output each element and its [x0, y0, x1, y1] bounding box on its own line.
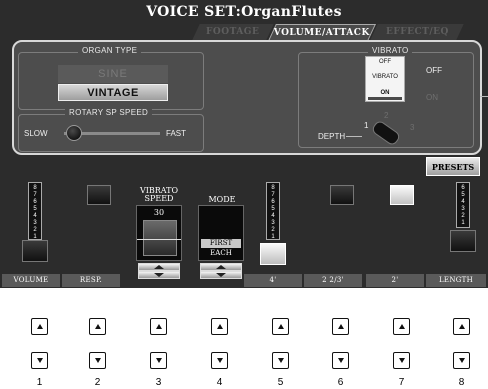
presets-button[interactable]: PRESETS	[426, 157, 480, 176]
button-4-down[interactable]	[211, 352, 228, 369]
depth-label: DEPTH	[318, 132, 346, 141]
mode-up-button[interactable]	[200, 263, 242, 271]
down-arrow-icon	[398, 358, 405, 363]
button-1-number: 1	[36, 377, 43, 388]
button-5-up[interactable]	[272, 318, 289, 335]
button-2-down[interactable]	[89, 352, 106, 369]
button-4-number: 4	[216, 377, 223, 388]
depth-mark-2: 2	[384, 111, 389, 120]
four-foot-scale: 8 7 6 5 4 3 2 1	[266, 182, 280, 240]
strip-label-length: LENGTH	[426, 274, 486, 287]
vintage-button[interactable]: VINTAGE	[58, 84, 168, 101]
up-arrow-icon	[277, 323, 284, 329]
strip-label-volume: VOLUME	[2, 274, 60, 287]
vibrato-speed-marker	[137, 239, 181, 240]
tab-volume-attack[interactable]: VOLUME/ATTACK	[268, 24, 376, 41]
vibrato-switch-on: ON	[380, 90, 390, 96]
button-8-down[interactable]	[453, 352, 470, 369]
down-arrow-icon	[216, 358, 223, 363]
vibrato-speed-down-button[interactable]	[138, 271, 180, 279]
down-arrow-icon	[36, 358, 43, 363]
button-7-up[interactable]	[393, 318, 410, 335]
rotary-slider-knob[interactable]	[66, 125, 82, 141]
strip-label-2-2-3ft: 2 2/3'	[304, 274, 362, 287]
up-arrow-icon	[216, 323, 223, 329]
button-6-up[interactable]	[332, 318, 349, 335]
depth-line	[346, 136, 362, 137]
down-arrow-icon	[458, 358, 465, 363]
button-8-number: 8	[458, 377, 465, 388]
vibrato-speed-slider[interactable]	[143, 220, 177, 256]
sine-button[interactable]: SINE	[58, 65, 168, 83]
voice-set-screen: VOICE SET:OrganFlutes FOOTAGE VOLUME/ATT…	[0, 0, 488, 288]
two-two-thirds-knob[interactable]	[330, 185, 354, 205]
button-8-up[interactable]	[453, 318, 470, 335]
mode-each-option[interactable]: EACH	[201, 249, 241, 258]
up-arrow-icon	[36, 323, 43, 329]
tab-effect-eq[interactable]: EFFECT/EQ	[370, 24, 464, 40]
panel-connector	[480, 96, 488, 157]
strip-label-resp: RESP.	[62, 274, 120, 287]
rotary-slow-label: SLOW	[24, 129, 48, 138]
volume-fader-knob[interactable]	[22, 240, 48, 262]
vibrato-speed-box[interactable]: 30	[136, 205, 182, 261]
up-arrow-icon	[458, 323, 465, 329]
up-arrow-icon	[94, 323, 101, 329]
vibrato-speed-label: VIBRATO SPEED	[139, 186, 179, 203]
mode-first-option[interactable]: FIRST	[201, 239, 241, 248]
button-1-up[interactable]	[31, 318, 48, 335]
strip-label-4ft: 4'	[244, 274, 302, 287]
length-scale: 6 5 4 3 2 1	[456, 182, 470, 228]
button-6-number: 6	[337, 377, 344, 388]
down-arrow-icon	[277, 358, 284, 363]
resp-knob[interactable]	[87, 185, 111, 205]
button-3-number: 3	[155, 377, 162, 388]
mode-down-button[interactable]	[200, 271, 242, 279]
button-7-number: 7	[398, 377, 405, 388]
down-arrow-icon	[337, 358, 344, 363]
button-5-down[interactable]	[272, 352, 289, 369]
down-arrow-icon	[94, 358, 101, 363]
up-arrow-icon	[398, 323, 405, 329]
vibrato-label: VIBRATO	[368, 46, 413, 55]
two-foot-knob[interactable]	[390, 185, 414, 205]
four-foot-fader-knob[interactable]	[260, 243, 286, 265]
button-1-down[interactable]	[31, 352, 48, 369]
vibrato-speed-value: 30	[153, 208, 165, 217]
vibrato-off-label: OFF	[426, 66, 442, 75]
length-fader-knob[interactable]	[450, 230, 476, 252]
depth-mark-3: 3	[410, 123, 415, 132]
rotary-fast-label: FAST	[166, 129, 187, 138]
up-arrow-icon	[155, 323, 162, 329]
vibrato-on-label: ON	[426, 93, 438, 102]
vibrato-switch-off: OFF	[379, 59, 391, 65]
rotary-speed-label: ROTARY SP SPEED	[65, 108, 153, 117]
organ-type-label: ORGAN TYPE	[78, 46, 142, 55]
volume-scale: 8 7 6 5 4 3 2 1	[28, 182, 42, 240]
down-arrow-icon	[155, 358, 162, 363]
button-3-down[interactable]	[150, 352, 167, 369]
vibrato-switch-mid: VIBRATO	[372, 74, 398, 80]
vibrato-speed-up-button[interactable]	[138, 263, 180, 271]
depth-mark-1: 1	[364, 121, 369, 130]
button-2-number: 2	[94, 377, 101, 388]
up-arrow-icon	[337, 323, 344, 329]
mode-box[interactable]: FIRST EACH	[198, 205, 244, 261]
button-3-up[interactable]	[150, 318, 167, 335]
button-6-down[interactable]	[332, 352, 349, 369]
strip-label-2ft: 2'	[366, 274, 424, 287]
vibrato-switch[interactable]: OFF VIBRATO ON	[365, 56, 405, 102]
button-5-number: 5	[277, 377, 284, 388]
vibrato-switch-lever	[368, 97, 402, 100]
button-7-down[interactable]	[393, 352, 410, 369]
button-4-up[interactable]	[211, 318, 228, 335]
mode-label: MODE	[208, 195, 236, 204]
button-2-up[interactable]	[89, 318, 106, 335]
tab-footage[interactable]: FOOTAGE	[192, 24, 274, 40]
page-title: VOICE SET:OrganFlutes	[146, 4, 342, 20]
